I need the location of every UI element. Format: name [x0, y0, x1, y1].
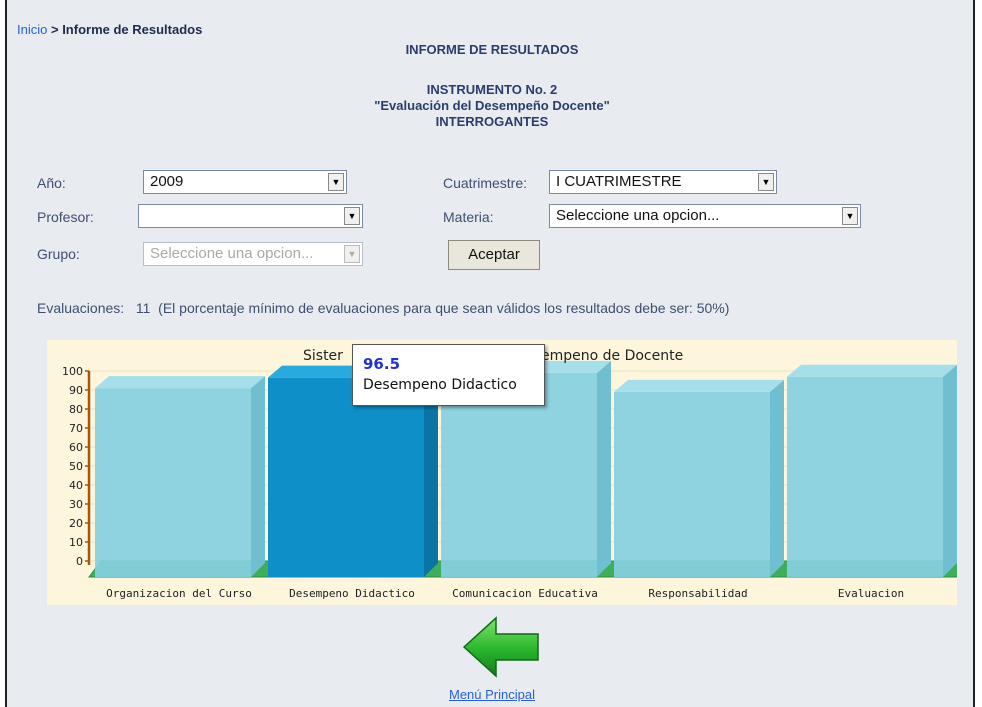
dropdown-arrow-icon[interactable]: ▼: [328, 173, 344, 191]
bar[interactable]: [614, 391, 770, 577]
y-tick-label: 30: [69, 498, 83, 511]
bar-side: [251, 376, 265, 577]
main-menu-link-wrap: Menú Principal: [7, 687, 977, 702]
section-title: INTERROGANTES: [435, 114, 549, 129]
group-label: Grupo:: [37, 246, 80, 262]
instrument-title: INSTRUMENTO No. 2: [426, 82, 558, 97]
bar[interactable]: [95, 388, 251, 577]
chart-title-end: empeno de Docente: [541, 348, 683, 364]
subject-label: Materia:: [443, 209, 494, 225]
term-select[interactable]: I CUATRIMESTRE ▼: [549, 170, 777, 194]
y-tick-label: 100: [62, 365, 83, 378]
evaluations-count: 11: [135, 300, 151, 316]
y-tick-label: 40: [69, 479, 83, 492]
subject-select-value: Seleccione una opcion...: [556, 207, 720, 224]
y-tick-label: 60: [69, 441, 83, 454]
bar-side: [943, 364, 957, 577]
year-select-value: 2009: [150, 173, 184, 190]
tooltip-value: 96.5: [363, 355, 401, 373]
back-arrow-icon[interactable]: [460, 614, 542, 680]
subject-select[interactable]: Seleccione una opcion... ▼: [549, 204, 861, 228]
dropdown-arrow-icon[interactable]: ▼: [842, 207, 858, 225]
category-label: Organizacion del Curso: [106, 587, 252, 600]
year-label: Año:: [37, 175, 66, 191]
y-tick-label: 10: [69, 536, 83, 549]
breadcrumb-separator: >: [47, 22, 63, 37]
y-tick-label: 70: [69, 422, 83, 435]
category-label: Responsabilidad: [648, 587, 747, 600]
evaluations-note: (El porcentaje mínimo de evaluaciones pa…: [158, 300, 730, 316]
tooltip-label: Desempeno Didactico: [363, 377, 517, 393]
bar-top: [614, 379, 784, 392]
bar-top: [787, 364, 957, 377]
page-title: INFORME DE RESULTADOS: [405, 42, 579, 57]
bar-top: [95, 376, 265, 389]
chart-title-start: Sister: [303, 348, 343, 364]
term-label: Cuatrimestre:: [443, 175, 528, 191]
category-label: Evaluacion: [838, 587, 904, 600]
breadcrumb-home-link[interactable]: Inicio: [17, 22, 47, 37]
breadcrumb-current: Informe de Resultados: [62, 22, 203, 37]
teacher-select[interactable]: ▼: [138, 204, 363, 228]
report-panel: Inicio > Informe de Resultados INFORME D…: [5, 0, 975, 707]
accept-button[interactable]: Aceptar: [448, 240, 540, 270]
chart-tooltip: 96.5 Desempeno Didactico: [352, 344, 545, 406]
bar-side: [770, 379, 784, 577]
dropdown-arrow-icon[interactable]: ▼: [758, 173, 774, 191]
evaluation-title: "Evaluación del Desempeño Docente": [374, 98, 610, 113]
dropdown-arrow-icon[interactable]: ▼: [344, 245, 360, 263]
evaluations-label: Evaluaciones:: [37, 300, 125, 316]
evaluations-line: Evaluaciones: 11 (El porcentaje mínimo d…: [37, 300, 729, 316]
bar[interactable]: [787, 376, 943, 577]
breadcrumb: Inicio > Informe de Resultados: [17, 22, 202, 37]
category-label: Desempeno Didactico: [289, 587, 415, 600]
bar[interactable]: [268, 377, 424, 577]
y-tick-label: 90: [69, 384, 83, 397]
bar-side: [597, 360, 611, 577]
group-select[interactable]: Seleccione una opcion... ▼: [143, 242, 363, 266]
y-tick-label: 80: [69, 403, 83, 416]
y-tick-label: 20: [69, 517, 83, 530]
y-tick-label: 0: [76, 555, 83, 568]
year-select[interactable]: 2009 ▼: [143, 170, 347, 194]
category-label: Comunicacion Educativa: [452, 587, 598, 600]
main-menu-link[interactable]: Menú Principal: [449, 687, 535, 702]
teacher-label: Profesor:: [37, 209, 94, 225]
y-tick-label: 50: [69, 460, 83, 473]
term-select-value: I CUATRIMESTRE: [556, 173, 682, 190]
group-select-value: Seleccione una opcion...: [150, 245, 314, 262]
dropdown-arrow-icon[interactable]: ▼: [344, 207, 360, 225]
